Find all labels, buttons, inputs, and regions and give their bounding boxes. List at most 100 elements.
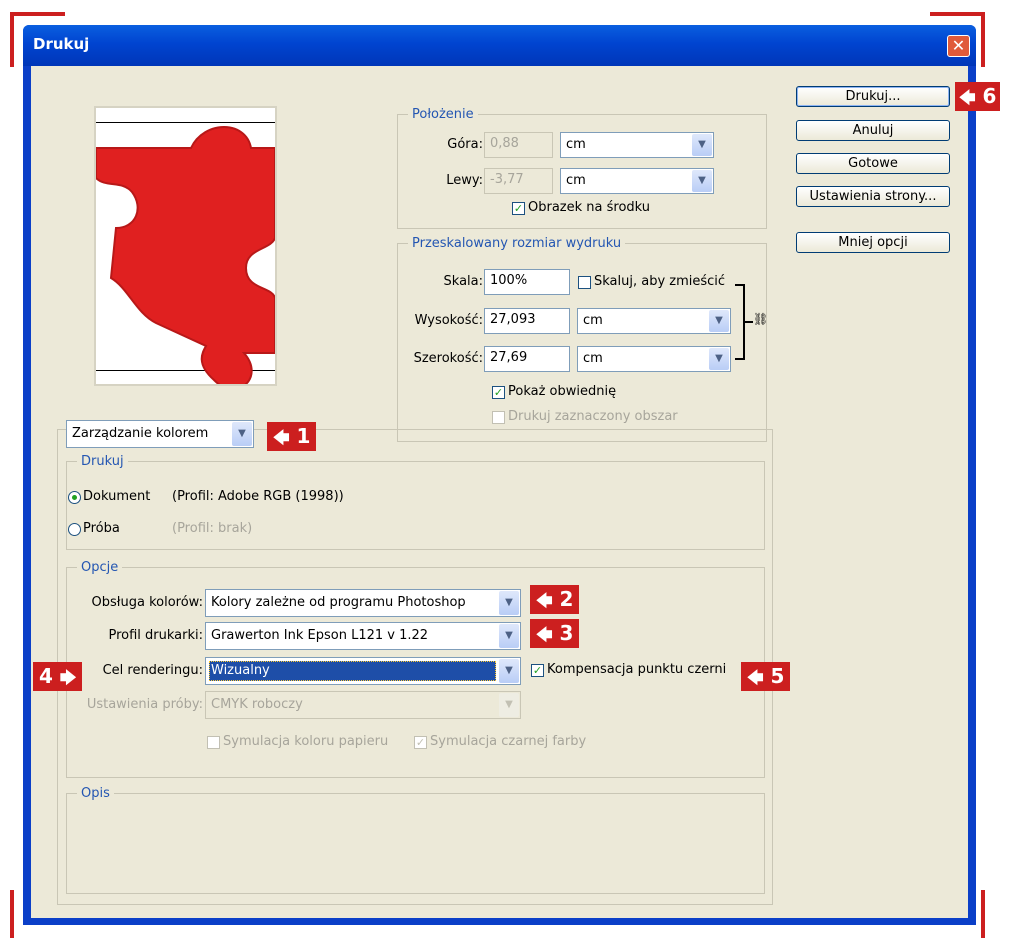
left-label: Lewy: <box>446 173 483 188</box>
corner-mark <box>930 12 985 16</box>
cancel-button[interactable]: Anuluj <box>796 120 950 141</box>
arrow-right-icon: 🡆 <box>59 668 77 687</box>
width-input[interactable]: 27,69 <box>484 346 570 372</box>
height-input[interactable]: 27,093 <box>484 308 570 334</box>
corner-mark <box>981 12 985 67</box>
center-image-label: Obrazek na środku <box>528 200 651 215</box>
top-label: Góra: <box>447 137 483 152</box>
top-unit-select[interactable]: cm ▼ <box>560 132 714 158</box>
mode-select-value: Zarządzanie kolorem <box>72 426 209 441</box>
color-handling-value: Kolory zależne od programu Photoshop <box>211 595 466 610</box>
show-bbox-label: Pokaż obwiednię <box>508 384 617 399</box>
chevron-down-icon: ▼ <box>709 310 729 332</box>
annotation-badge-5: 🡄 5 <box>741 662 791 691</box>
print-preview <box>94 106 277 386</box>
window-title: Drukuj <box>33 35 90 53</box>
chevron-down-icon: ▼ <box>692 134 712 156</box>
proof-profile: (Profil: brak) <box>172 521 253 536</box>
simulate-ink-checkbox[interactable]: ✓ <box>414 736 427 749</box>
annotation-badge-6: 🡄 6 <box>955 82 1001 111</box>
rendering-intent-select[interactable]: Wizualny ▼ <box>205 657 521 685</box>
print-selection-label: Drukuj zaznaczony obszar <box>508 409 678 424</box>
print-selection-checkbox[interactable] <box>492 411 505 424</box>
height-label: Wysokość: <box>414 313 483 328</box>
chevron-down-icon: ▼ <box>232 422 252 446</box>
arrow-left-icon: 🡄 <box>273 428 290 447</box>
corner-mark <box>981 890 985 938</box>
print-button[interactable]: Drukuj... <box>796 86 950 107</box>
print-source-legend: Drukuj <box>81 454 124 469</box>
show-bbox-checkbox[interactable]: ✓ <box>492 386 505 399</box>
arrow-left-icon: 🡄 <box>536 591 553 610</box>
description-legend: Opis <box>81 786 110 801</box>
printer-profile-select[interactable]: Grawerton Ink Epson L121 v 1.22 ▼ <box>205 622 521 650</box>
chevron-down-icon: ▼ <box>709 348 729 370</box>
annotation-badge-4: 4 🡆 <box>33 662 83 691</box>
proof-radio[interactable] <box>68 523 81 536</box>
options-legend: Opcje <box>81 560 119 575</box>
simulate-paper-label: Symulacja koloru papieru <box>223 734 389 749</box>
corner-mark <box>10 12 65 16</box>
close-icon[interactable]: ✕ <box>947 35 970 57</box>
mode-select[interactable]: Zarządzanie kolorem ▼ <box>66 420 254 448</box>
left-input[interactable]: -3,77 <box>484 168 553 194</box>
left-unit-select[interactable]: cm ▼ <box>560 168 714 194</box>
chevron-down-icon: ▼ <box>499 624 519 648</box>
print-dialog: Drukuj ✕ Położenie Góra: 0,88 cm ▼ Lewy:… <box>23 25 976 925</box>
chevron-down-icon: ▼ <box>499 591 519 615</box>
rendering-intent-value: Wizualny <box>211 663 270 678</box>
done-button[interactable]: Gotowe <box>796 153 950 174</box>
annotation-number: 4 <box>39 664 53 688</box>
width-unit-select[interactable]: cm ▼ <box>577 346 731 372</box>
corner-mark <box>10 12 14 67</box>
annotation-number: 3 <box>559 621 574 645</box>
chevron-down-icon: ▼ <box>692 170 712 192</box>
scaled-size-legend: Przeskalowany rozmiar wydruku <box>412 236 622 251</box>
height-unit-value: cm <box>583 313 603 328</box>
color-handling-select[interactable]: Kolory zależne od programu Photoshop ▼ <box>205 589 521 617</box>
proof-setup-label: Ustawienia próby: <box>86 697 203 712</box>
height-unit-select[interactable]: cm ▼ <box>577 308 731 334</box>
simulate-ink-label: Symulacja czarnej farby <box>430 734 587 749</box>
width-label: Szerokość: <box>413 351 483 366</box>
annotation-number: 6 <box>982 84 997 108</box>
document-radio[interactable] <box>68 491 81 504</box>
print-source-group: Drukuj <box>66 454 765 550</box>
scale-to-fit-checkbox[interactable] <box>578 276 591 289</box>
title-bar: Drukuj ✕ <box>23 25 976 66</box>
description-group: Opis <box>66 786 765 894</box>
chevron-down-icon: ▼ <box>499 693 519 717</box>
center-image-checkbox[interactable]: ✓ <box>512 202 525 215</box>
proof-label: Próba <box>83 521 120 536</box>
annotation-number: 2 <box>559 587 574 611</box>
width-unit-value: cm <box>583 351 603 366</box>
constrain-bracket-tick <box>745 321 753 323</box>
page-setup-button[interactable]: Ustawienia strony... <box>796 186 950 207</box>
black-point-compensation-label: Kompensacja punktu czerni <box>547 662 727 677</box>
arrow-left-icon: 🡄 <box>959 88 976 107</box>
printer-profile-value: Grawerton Ink Epson L121 v 1.22 <box>211 628 429 643</box>
link-icon[interactable]: ⛓ <box>753 312 768 326</box>
annotation-number: 1 <box>296 424 311 448</box>
printer-profile-label: Profil drukarki: <box>108 628 203 643</box>
arrow-left-icon: 🡄 <box>747 668 764 687</box>
scale-input[interactable]: 100% <box>484 269 570 295</box>
scale-to-fit-label: Skaluj, aby zmieścić <box>594 274 726 289</box>
black-point-compensation-checkbox[interactable]: ✓ <box>531 664 544 677</box>
annotation-number: 5 <box>770 664 785 688</box>
arrow-left-icon: 🡄 <box>536 625 553 644</box>
dialog-body: Położenie Góra: 0,88 cm ▼ Lewy: -3,77 cm… <box>31 66 968 918</box>
rendering-intent-label: Cel renderingu: <box>102 663 203 678</box>
annotation-badge-3: 🡄 3 <box>530 619 580 648</box>
corner-mark <box>10 890 14 938</box>
proof-setup-select[interactable]: CMYK roboczy ▼ <box>205 691 521 719</box>
top-unit-value: cm <box>566 137 586 152</box>
top-input[interactable]: 0,88 <box>484 132 553 158</box>
scale-label: Skala: <box>443 274 483 289</box>
proof-setup-value: CMYK roboczy <box>211 697 303 712</box>
annotation-badge-1: 🡄 1 <box>267 422 317 451</box>
left-unit-value: cm <box>566 173 586 188</box>
simulate-paper-checkbox[interactable] <box>207 736 220 749</box>
document-label: Dokument <box>83 489 151 504</box>
fewer-options-button[interactable]: Mniej opcji <box>796 232 950 253</box>
